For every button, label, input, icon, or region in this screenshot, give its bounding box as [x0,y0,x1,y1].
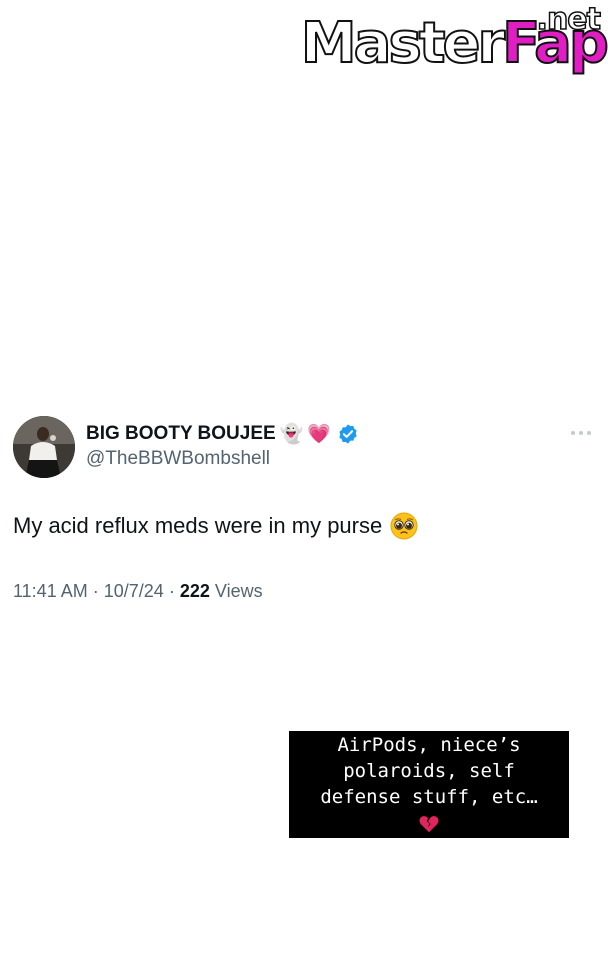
caption-line: polaroids, self [343,760,515,782]
tweet-date[interactable]: 10/7/24 [104,581,164,601]
story-screenshot: MasterFap .net BIG BOOTY BOUJEE 👻 💗 @The… [0,0,608,960]
author-handle[interactable]: @TheBBWBombshell [86,448,270,470]
caption-line: defense stuff, etc… [320,786,538,808]
ghost-icon: 👻 [279,423,304,445]
meta-separator: · [92,581,99,601]
more-options-icon[interactable] [570,428,592,438]
views-count: 222 [179,581,210,601]
pleading-face-icon [390,512,418,540]
display-name[interactable]: BIG BOOTY BOUJEE [86,423,276,445]
tweet-meta: 11:41 AM · 10/7/24 · 222 Views [13,581,263,602]
tweet-body: My acid reflux meds were in my purse [13,512,418,540]
meta-separator: · [168,581,175,601]
caption-emoji-line [289,810,569,836]
author-name-row[interactable]: BIG BOOTY BOUJEE 👻 💗 [86,423,359,445]
tweet-time[interactable]: 11:41 AM [13,581,88,601]
tweet-text: My acid reflux meds were in my purse [13,513,383,538]
watermark-logo: MasterFap .net [296,1,608,78]
caption-line: AirPods, niece’s [337,734,521,756]
watermark-brand-first: Master [300,11,506,76]
avatar[interactable] [13,416,75,478]
broken-heart-icon [419,816,439,833]
watermark-tld: .net [536,1,602,38]
story-caption: AirPods, niece’s polaroids, self defense… [289,731,569,838]
verified-badge-icon [339,424,357,444]
pink-heart-icon: 💗 [307,423,332,445]
views-label: Views [214,581,263,601]
